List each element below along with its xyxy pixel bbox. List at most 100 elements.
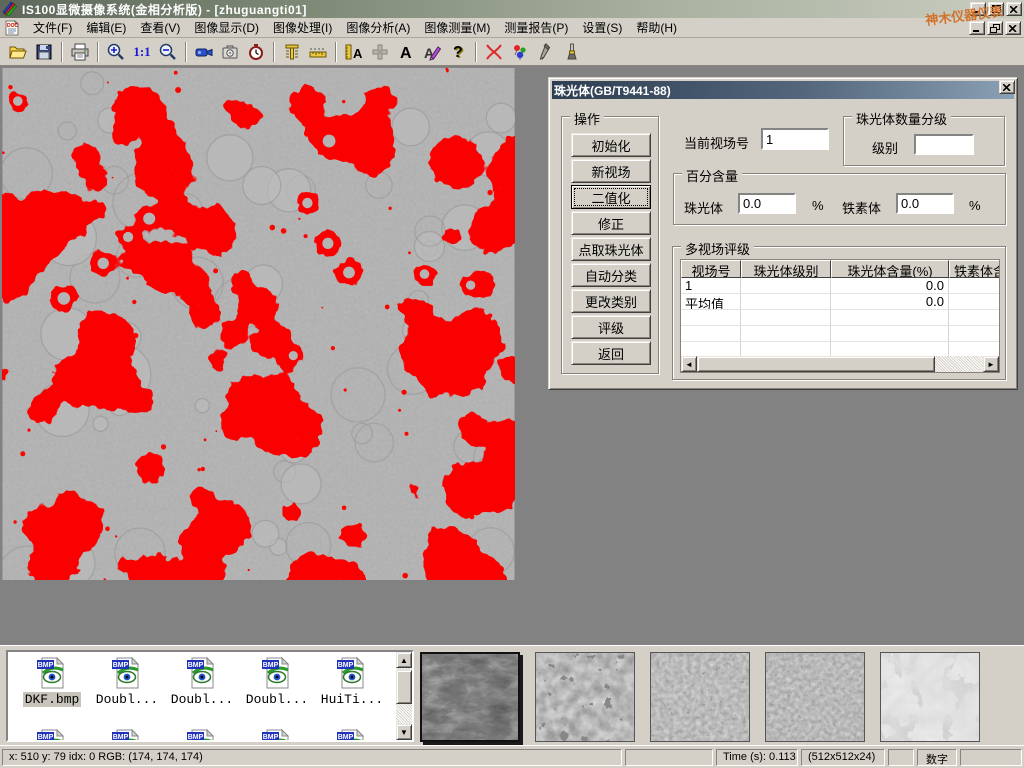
scroll-down-icon[interactable]: ▼ [396,724,412,740]
svg-text:BMP: BMP [188,662,204,669]
file-item[interactable]: BMP Doubl... [92,656,162,707]
empty-pane [960,749,1022,766]
curve-delete-icon[interactable] [481,40,507,64]
thumbnail-4[interactable] [765,652,865,742]
bmp-file-icon[interactable]: BMP [35,728,69,742]
zoom-in-icon[interactable] [103,40,129,64]
document-icon[interactable]: DOC [4,20,20,36]
bmp-file-icon[interactable]: BMP [35,656,69,690]
menu-edit[interactable]: 编辑(E) [79,17,133,38]
file-name[interactable]: Doubl... [244,692,310,707]
pen-icon[interactable] [533,40,559,64]
level-input[interactable] [914,134,974,155]
menu-file[interactable]: 文件(F) [26,17,79,38]
cursor-position-pane: x: 510 y: 79 idx: 0 RGB: (174, 174, 174) [2,749,622,766]
menu-settings[interactable]: 设置(S) [575,17,629,38]
cell-field: 1 [681,278,741,294]
thumbnail-5[interactable] [880,652,980,742]
menu-image-display[interactable]: 图像显示(D) [187,17,266,38]
open-file-icon[interactable] [5,40,31,64]
actual-size-icon[interactable]: 1:1 [129,40,155,64]
grading-group-label: 珠光体数量分级 [852,109,951,128]
bmp-file-icon[interactable]: BMP [185,656,219,690]
bmp-file-icon[interactable]: BMP [260,728,294,742]
brush-icon[interactable] [559,40,585,64]
grid-cross-icon[interactable] [367,40,393,64]
ferrite-percent-input[interactable] [896,193,954,214]
menu-image-analysis[interactable]: 图像分析(A) [339,17,417,38]
bmp-file-icon[interactable]: BMP [335,728,369,742]
bmp-file-icon[interactable]: BMP [185,728,219,742]
timer-icon[interactable] [243,40,269,64]
pick-pearlite-button[interactable]: 点取珠光体 [571,237,651,261]
ruler-horizontal-icon[interactable] [305,40,331,64]
app-icon [2,1,18,17]
file-item[interactable]: BMP Doubl... [242,656,312,707]
mdi-close-button[interactable] [1005,21,1021,35]
thumbnail-2[interactable] [535,652,635,742]
rate-button[interactable]: 评级 [571,315,651,339]
bmp-file-icon[interactable]: BMP [110,656,144,690]
rating-table[interactable]: 视场号 珠光体级别 珠光体含量(%) 铁素体含量(%) 1 0.0 平均值 0.… [680,259,1000,373]
caliper-vertical-icon[interactable] [279,40,305,64]
file-name[interactable]: HuiTi... [319,692,385,707]
table-row[interactable]: 1 0.0 [681,278,999,294]
file-item[interactable]: BMP DKF.bmp [17,656,87,707]
metallographic-image[interactable] [2,68,515,580]
thumbnail-3[interactable] [650,652,750,742]
snapshot-icon[interactable] [217,40,243,64]
image-size-pane: (512x512x24) [801,749,885,766]
edit-annotation-icon[interactable]: A [419,40,445,64]
video-capture-icon[interactable] [191,40,217,64]
menu-view[interactable]: 查看(V) [133,17,187,38]
current-field-input[interactable] [761,128,829,150]
zoom-out-icon[interactable] [155,40,181,64]
dialog-close-icon[interactable] [999,80,1015,94]
bmp-file-icon[interactable]: BMP [260,656,294,690]
correct-button[interactable]: 修正 [571,211,651,235]
cell-pearlite: 0.0 [831,278,949,294]
file-list-scrollbar[interactable]: ▲ ▼ [396,652,412,740]
new-field-button[interactable]: 新视场 [571,159,651,183]
scroll-right-icon[interactable]: ► [983,356,999,372]
file-name[interactable]: Doubl... [94,692,160,707]
toolbar: 1:1 A A A [0,38,1024,66]
file-item[interactable]: BMP Doubl... [167,656,237,707]
file-list[interactable]: BMP DKF.bmp BMP BMP Doubl... BMP BMP Do [6,650,414,742]
scroll-up-icon[interactable]: ▲ [396,652,412,668]
measure-text-icon[interactable]: A [341,40,367,64]
file-name[interactable]: DKF.bmp [23,692,82,707]
change-class-button[interactable]: 更改类别 [571,289,651,313]
svg-text:?: ? [453,44,463,61]
menu-image-process[interactable]: 图像处理(I) [266,17,339,38]
menu-report[interactable]: 测量报告(P) [497,17,575,38]
return-button[interactable]: 返回 [571,341,651,365]
table-row[interactable]: 平均值 0.0 [681,294,999,310]
menu-help[interactable]: 帮助(H) [629,17,684,38]
scrollbar-thumb[interactable] [697,356,935,372]
initialize-button[interactable]: 初始化 [571,133,651,157]
level-label: 级别 [872,138,898,157]
help-icon[interactable]: ?? [445,40,471,64]
file-item[interactable]: BMP HuiTi... [317,656,387,707]
scroll-left-icon[interactable]: ◄ [681,356,697,372]
particle-mark-icon[interactable] [507,40,533,64]
thumbnail-1[interactable] [420,652,520,742]
print-icon[interactable] [67,40,93,64]
menu-image-measure[interactable]: 图像测量(M) [417,17,497,38]
auto-classify-button[interactable]: 自动分类 [571,263,651,287]
cell-field: 平均值 [681,294,741,310]
pearlite-percent-input[interactable] [738,193,796,214]
scrollbar-thumb[interactable] [396,670,412,704]
svg-text:BMP: BMP [113,662,129,669]
save-icon[interactable] [31,40,57,64]
mode-pane: 数字 [917,749,957,766]
svg-text:BMP: BMP [263,662,279,669]
table-horizontal-scrollbar[interactable]: ◄ ► [681,356,999,372]
binarize-button[interactable]: 二值化 [571,185,651,209]
file-name[interactable]: Doubl... [169,692,235,707]
bmp-file-icon[interactable]: BMP [335,656,369,690]
bmp-file-icon[interactable]: BMP [110,728,144,742]
text-annotation-icon[interactable]: A [393,40,419,64]
mdi-restore-button[interactable] [987,21,1003,35]
